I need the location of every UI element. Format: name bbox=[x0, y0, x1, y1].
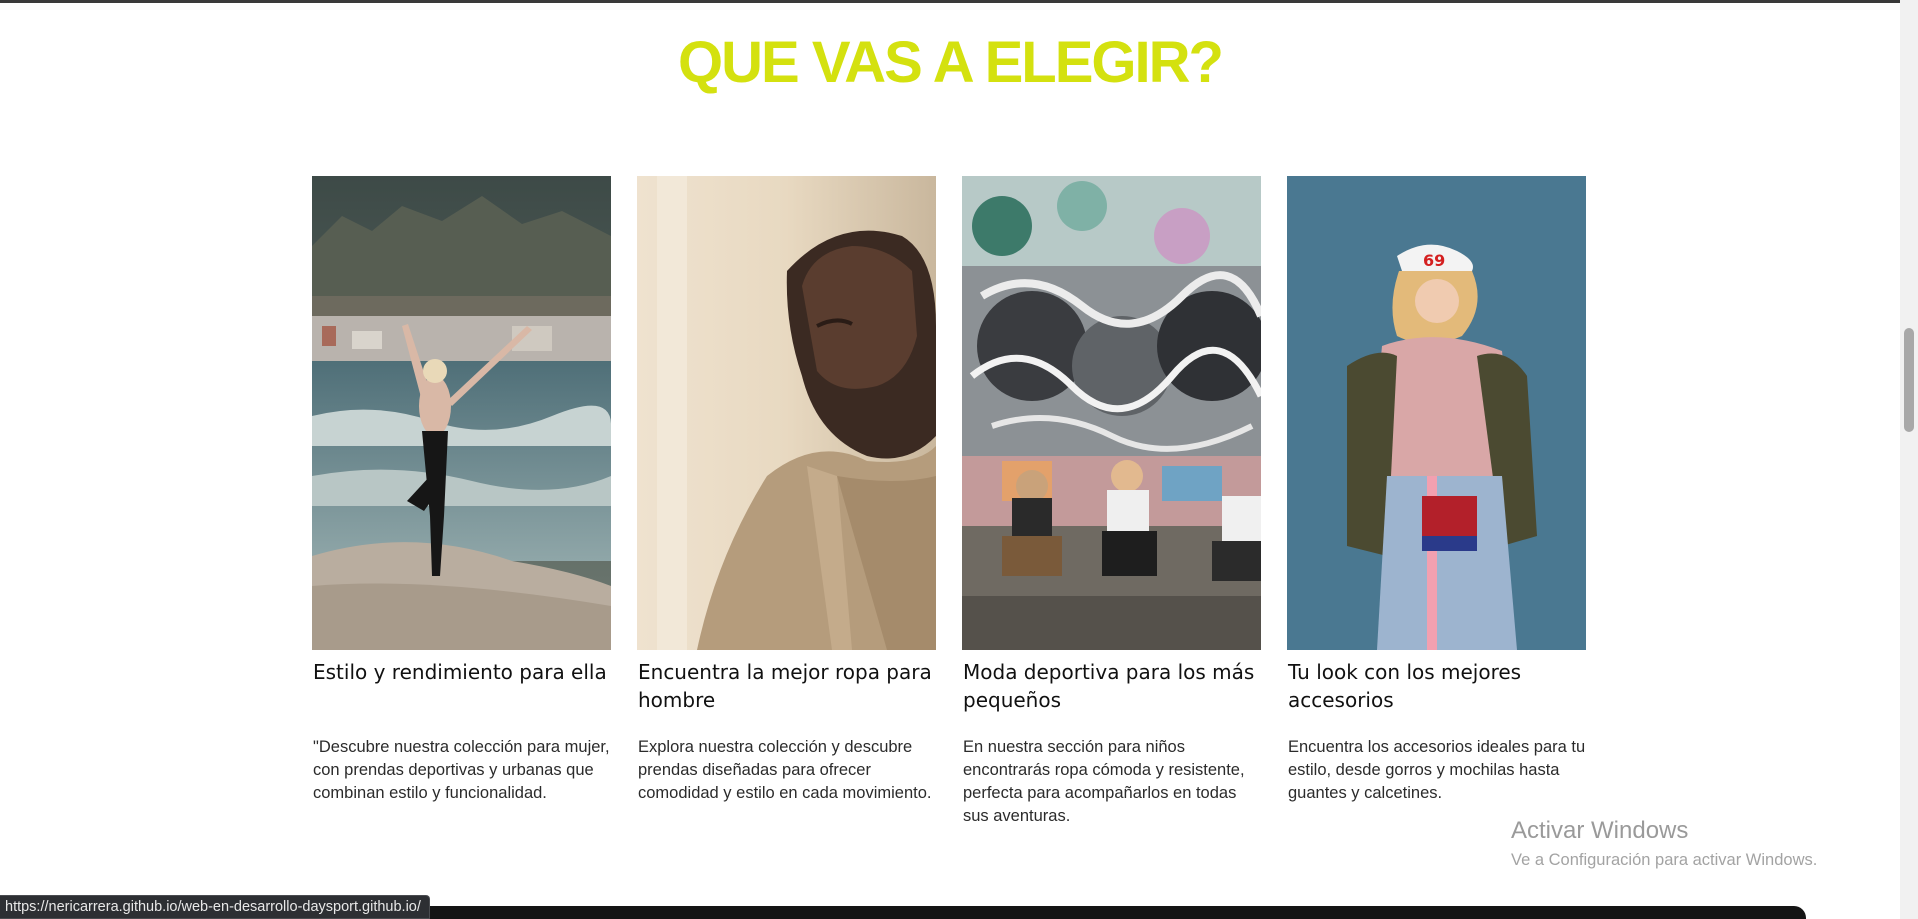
card-image-women[interactable] bbox=[312, 176, 611, 650]
card-image-accessories[interactable]: 69 bbox=[1287, 176, 1586, 650]
windows-activation-title: Activar Windows bbox=[1511, 817, 1689, 844]
card-image-men[interactable] bbox=[637, 176, 936, 650]
status-bar-url: https://nericarrera.github.io/web-en-des… bbox=[0, 895, 430, 919]
card-description: Encuentra los accesorios ideales para tu… bbox=[1288, 738, 1586, 802]
vertical-scrollbar[interactable] bbox=[1900, 0, 1918, 919]
section-title: QUE VAS A ELEGIR? bbox=[678, 30, 1224, 95]
category-card-women[interactable]: Estilo y rendimiento para ella "Descubre… bbox=[312, 176, 611, 828]
card-description: Explora nuestra colección y descubre pre… bbox=[638, 738, 932, 802]
card-description: "Descubre nuestra colección para mujer, … bbox=[313, 738, 610, 802]
category-card-kids[interactable]: Moda deportiva para los más pequeños En … bbox=[962, 176, 1261, 828]
top-edge bbox=[0, 0, 1900, 3]
card-title[interactable]: Estilo y rendimiento para ella bbox=[312, 658, 611, 736]
card-image-kids[interactable] bbox=[962, 176, 1261, 650]
man-portrait-photo bbox=[637, 176, 936, 650]
woman-yoga-beach-photo bbox=[312, 176, 611, 650]
windows-activation-subtitle: Ve a Configuración para activar Windows. bbox=[1511, 851, 1818, 869]
card-title[interactable]: Tu look con los mejores accesorios bbox=[1287, 658, 1586, 736]
kids-graffiti-wall-photo bbox=[962, 176, 1261, 650]
card-title[interactable]: Moda deportiva para los más pequeños bbox=[962, 658, 1261, 736]
card-title[interactable]: Encuentra la mejor ropa para hombre bbox=[637, 658, 936, 736]
category-card-accessories[interactable]: 69 Tu look con los mejores accesorios En… bbox=[1287, 176, 1586, 828]
girl-cap-accessories-photo: 69 bbox=[1287, 176, 1586, 650]
svg-text:69: 69 bbox=[1423, 251, 1445, 270]
card-description: En nuestra sección para niños encontrará… bbox=[963, 738, 1245, 825]
category-cards: Estilo y rendimiento para ella "Descubre… bbox=[312, 176, 1586, 828]
category-card-men[interactable]: Encuentra la mejor ropa para hombre Expl… bbox=[637, 176, 936, 828]
page-viewport: QUE VAS A ELEGIR? Estilo y rendimiento p… bbox=[0, 0, 1918, 919]
scrollbar-thumb[interactable] bbox=[1904, 328, 1914, 432]
